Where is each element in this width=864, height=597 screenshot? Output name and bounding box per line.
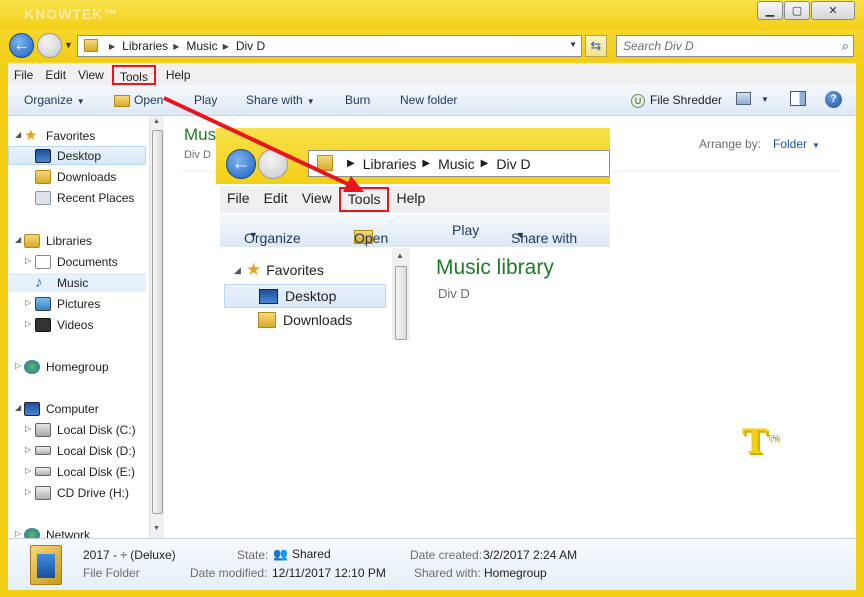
date-modified-label: Date modified:: [190, 566, 268, 580]
folder-thumbnail-icon: [30, 545, 62, 585]
date-created-value: 3/2/2017 2:24 AM: [483, 548, 578, 562]
item-type: File Folder: [83, 566, 140, 580]
state-value: 👥 Shared: [273, 547, 331, 561]
shared-users-icon: 👥: [273, 547, 288, 561]
annotation-arrow: [163, 96, 364, 192]
date-created-label: Date created:: [410, 548, 483, 562]
date-modified-value: 12/11/2017 12:10 PM: [272, 566, 386, 580]
state-label: State:: [237, 548, 269, 562]
shared-with-label: Shared with:: [414, 566, 481, 580]
item-name: 2017 - ÷ (Deluxe): [83, 548, 176, 562]
shared-with-value: Homegroup: [484, 566, 547, 580]
details-pane: 2017 - ÷ (Deluxe) File Folder State: 👥 Sh…: [8, 538, 856, 590]
